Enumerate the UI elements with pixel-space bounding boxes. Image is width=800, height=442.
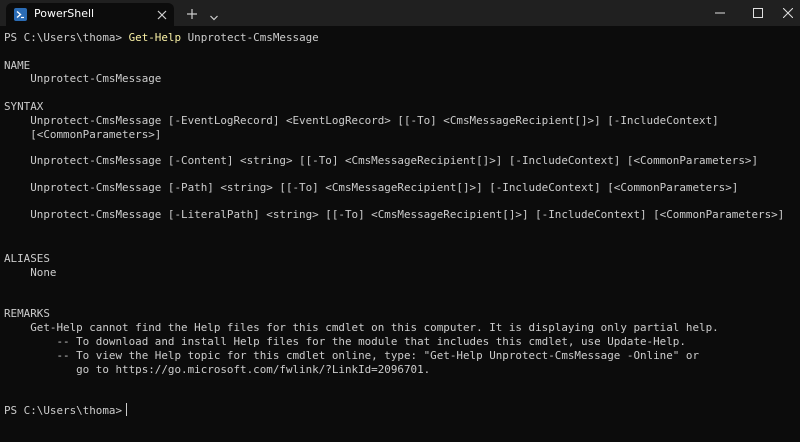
powershell-icon: [14, 8, 27, 21]
command-line: PS C:\Users\thoma> Get-Help Unprotect-Cm…: [4, 30, 319, 46]
tab-title: PowerShell: [34, 7, 95, 20]
prompt: PS C:\Users\thoma>: [4, 404, 123, 417]
plus-icon[interactable]: [186, 7, 198, 19]
aliases-value: None: [4, 266, 57, 279]
terminal-output[interactable]: PS C:\Users\thoma> Get-Help Unprotect-Cm…: [0, 26, 800, 442]
command-name: Get-Help: [128, 31, 182, 44]
syntax-line-1b: [<CommonParameters>]: [4, 128, 162, 141]
close-window-button[interactable]: [768, 0, 800, 26]
chevron-down-icon[interactable]: [209, 9, 219, 21]
tab-powershell[interactable]: PowerShell: [6, 3, 174, 26]
text-cursor: [126, 403, 128, 416]
prompt-line[interactable]: PS C:\Users\thoma>: [4, 403, 128, 419]
minimize-button[interactable]: [700, 0, 740, 26]
maximize-icon: [753, 8, 763, 18]
syntax-line-4: Unprotect-CmsMessage [-LiteralPath] <str…: [4, 208, 785, 221]
syntax-line-3: Unprotect-CmsMessage [-Path] <string> [[…: [4, 181, 739, 194]
syntax-line-2: Unprotect-CmsMessage [-Content] <string>…: [4, 154, 759, 167]
close-icon[interactable]: [156, 8, 168, 20]
close-icon: [783, 8, 793, 18]
minimize-icon: [715, 12, 725, 14]
prompt: PS C:\Users\thoma>: [4, 31, 129, 44]
name-value: Unprotect-CmsMessage: [4, 72, 162, 85]
remarks-line-4: go to https://go.microsoft.com/fwlink/?L…: [4, 363, 431, 376]
terminal-window: PowerShell PS C:\Users\thoma> Get-Help U…: [0, 0, 800, 442]
command-argument: Unprotect-CmsMessage: [181, 31, 319, 44]
title-bar: PowerShell: [0, 0, 800, 26]
